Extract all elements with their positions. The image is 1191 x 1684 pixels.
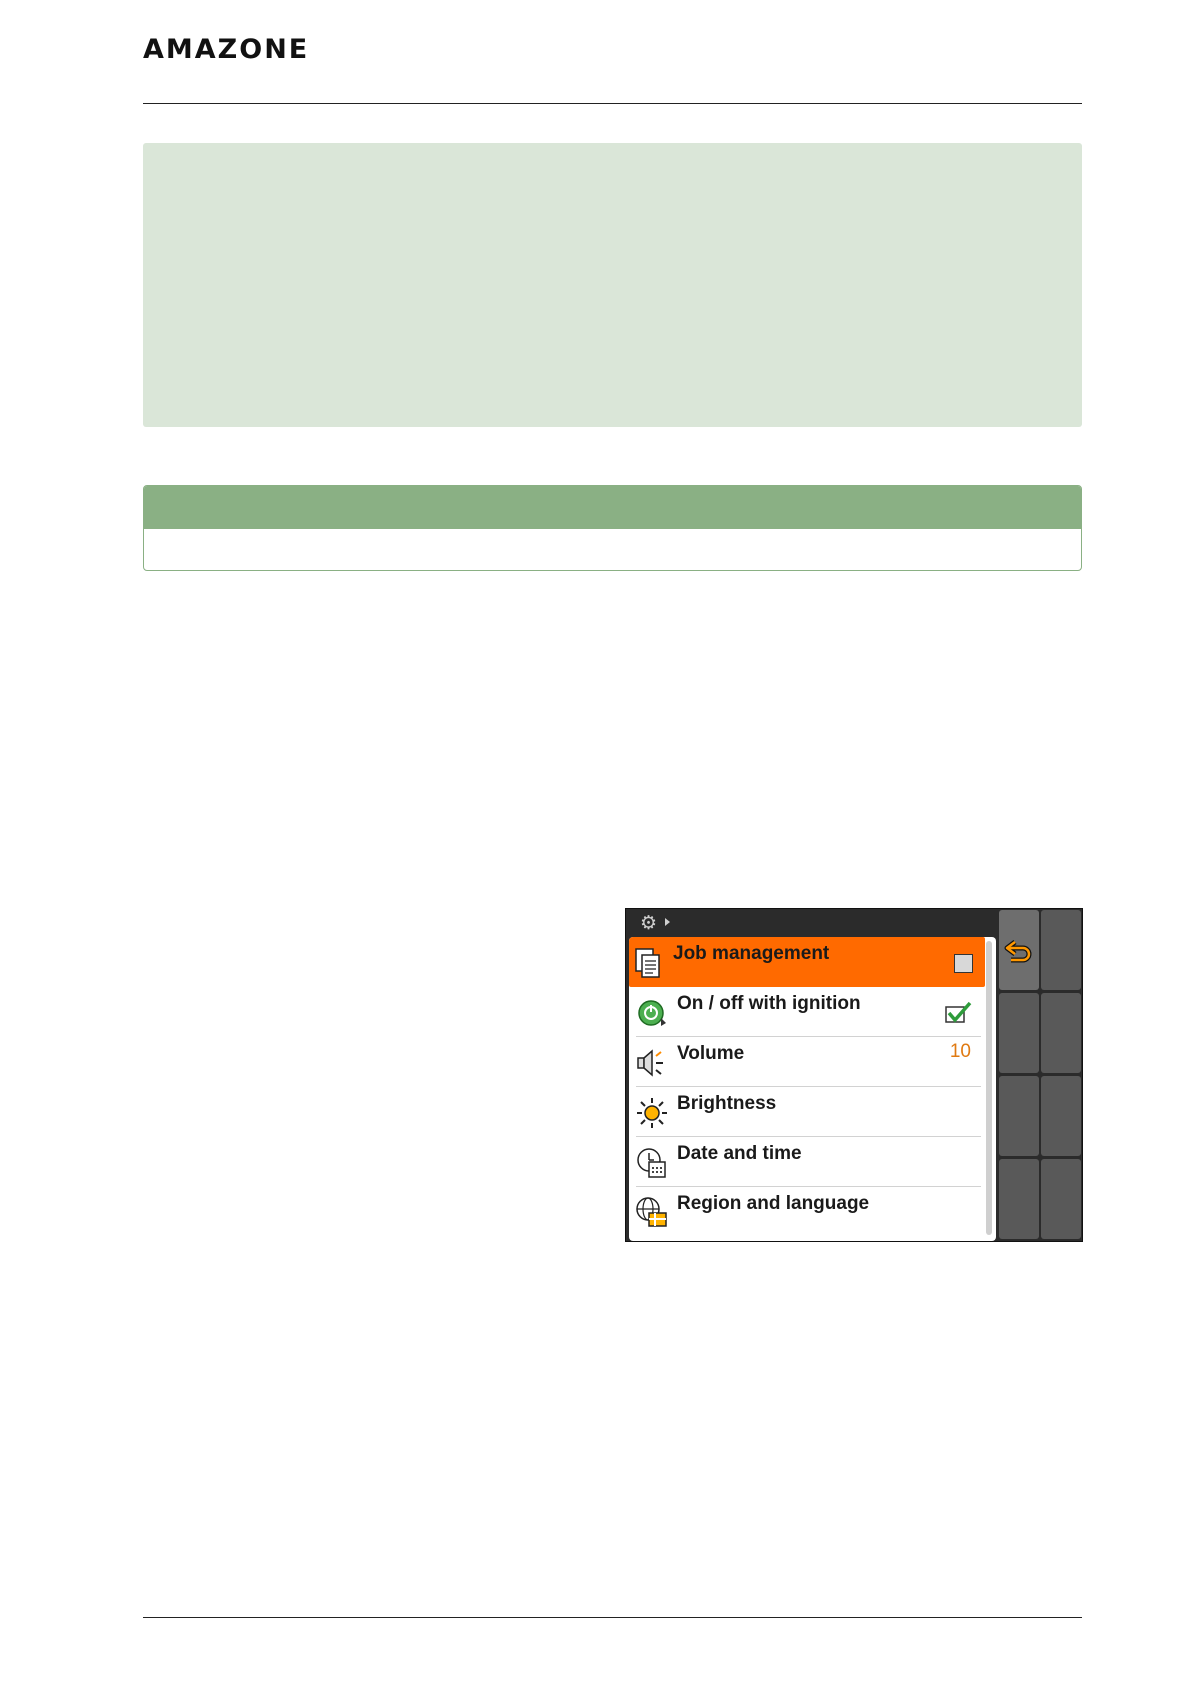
menu-item-label: Date and time [677, 1143, 802, 1164]
menu-item-brightness[interactable]: Brightness [633, 1087, 981, 1137]
softkey-1[interactable] [1041, 910, 1081, 990]
note-box [143, 143, 1082, 427]
back-button[interactable] [999, 910, 1039, 990]
job-management-icon [635, 948, 660, 978]
softkey-4[interactable] [999, 1076, 1039, 1156]
brightness-icon [637, 1098, 667, 1128]
section-box [143, 485, 1082, 571]
date-time-icon [637, 1148, 666, 1178]
amazone-logo: AMAZONE [143, 34, 310, 65]
softkey-5[interactable] [1041, 1076, 1081, 1156]
menu-item-job-management[interactable]: Job management [629, 937, 985, 987]
menu-item-label: Brightness [677, 1093, 777, 1114]
menu-item-ignition[interactable]: On / off with ignition [633, 987, 981, 1037]
menu-item-label: Volume [677, 1043, 745, 1064]
menu-item-label: On / off with ignition [677, 993, 861, 1014]
region-language-icon [636, 1197, 667, 1227]
menu-item-label: Region and language [677, 1193, 870, 1214]
ignition-icon [638, 1000, 666, 1026]
menu-item-date-time[interactable]: Date and time [633, 1137, 981, 1187]
menu-item-volume[interactable]: Volume 10 [633, 1037, 981, 1087]
settings-menu: Job management On / off with ignition Vo… [629, 937, 996, 1241]
softkey-7[interactable] [1041, 1159, 1081, 1239]
breadcrumb-arrow-icon [665, 918, 670, 926]
volume-value: 10 [949, 1041, 971, 1062]
terminal-screen: ⚙ Job management On / off with ignition … [625, 908, 1083, 1242]
terminal-topbar: ⚙ [626, 909, 998, 937]
checkmark-icon[interactable] [943, 1000, 973, 1026]
job-management-checkbox[interactable] [954, 954, 973, 973]
menu-item-label: Job management [673, 943, 830, 964]
header-rule [143, 103, 1082, 104]
softkey-column [999, 909, 1083, 1241]
footer-rule [143, 1617, 1082, 1618]
section-box-header [144, 486, 1081, 529]
settings-gear-icon: ⚙ [640, 912, 658, 934]
softkey-3[interactable] [1041, 993, 1081, 1073]
volume-icon [637, 1049, 663, 1077]
menu-scrollbar[interactable] [986, 941, 992, 1235]
softkey-2[interactable] [999, 993, 1039, 1073]
back-arrow-icon [1004, 940, 1032, 963]
softkey-6[interactable] [999, 1159, 1039, 1239]
menu-item-region-language[interactable]: Region and language [633, 1187, 981, 1237]
